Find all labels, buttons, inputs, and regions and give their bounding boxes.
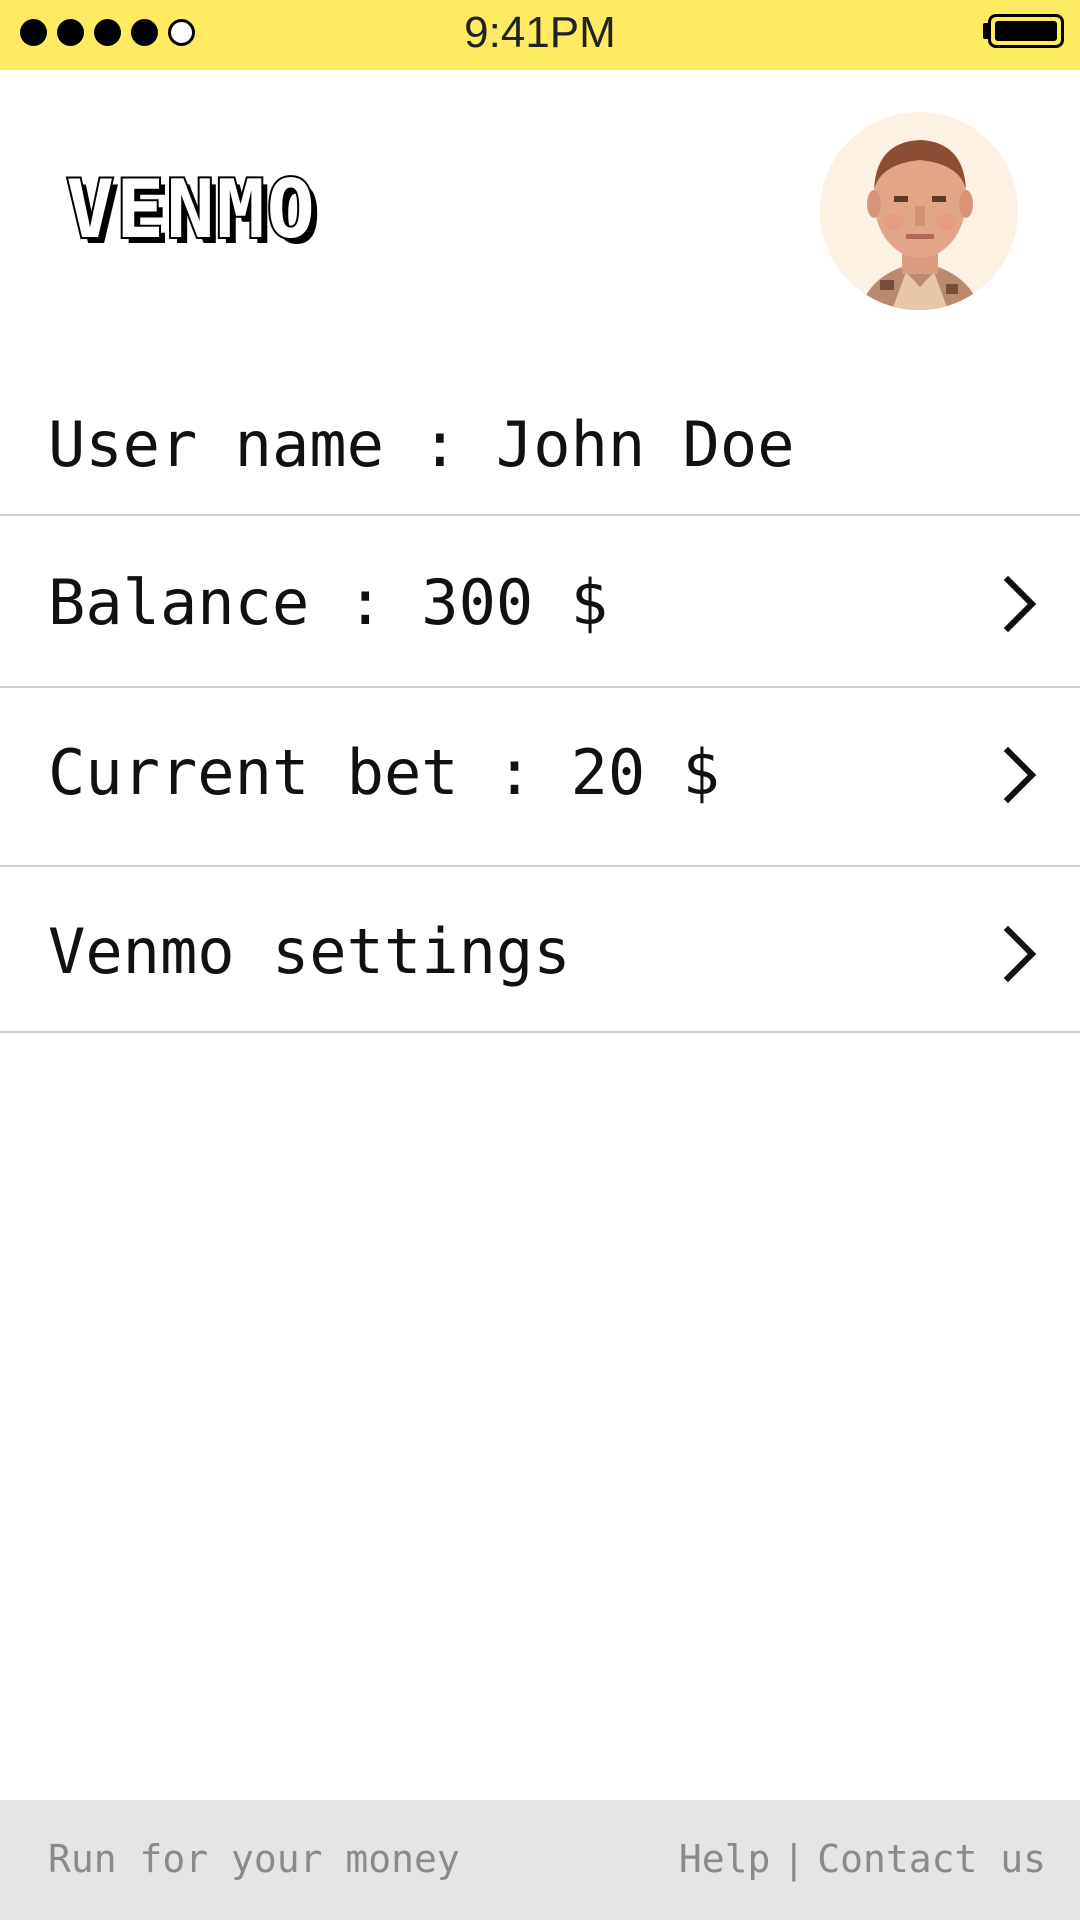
battery-icon [988,14,1064,48]
venmo-logo: VENMO [64,163,317,256]
battery-level [995,21,1057,41]
footer-tagline: Run for your money [48,1837,460,1881]
user-photo-icon [820,112,1018,310]
venmo-settings-label: Venmo settings [48,915,571,988]
avatar[interactable] [820,112,1018,310]
contact-us-link[interactable]: Contact us [817,1834,1046,1884]
chevron-right-icon [1003,925,1037,983]
footer-links: Help | Contact us [679,1834,1046,1884]
chevron-right-icon [1003,746,1037,804]
username-label: User name : John Doe [48,408,795,481]
balance-row[interactable]: Balance : 300 $ [0,516,1080,688]
current-bet-row[interactable]: Current bet : 20 $ [0,688,1080,867]
help-link[interactable]: Help [679,1834,771,1884]
current-bet-label: Current bet : 20 $ [48,736,720,809]
chevron-right-icon [1003,575,1037,633]
username-row: User name : John Doe [0,380,1080,516]
status-time: 9:41PM [464,8,616,57]
footer-separator: | [782,1837,806,1881]
balance-label: Balance : 300 $ [48,566,608,639]
footer: Run for your money Help | Contact us [0,1800,1080,1920]
venmo-settings-row[interactable]: Venmo settings [0,867,1080,1033]
status-bar: 9:41PM [0,0,1080,70]
